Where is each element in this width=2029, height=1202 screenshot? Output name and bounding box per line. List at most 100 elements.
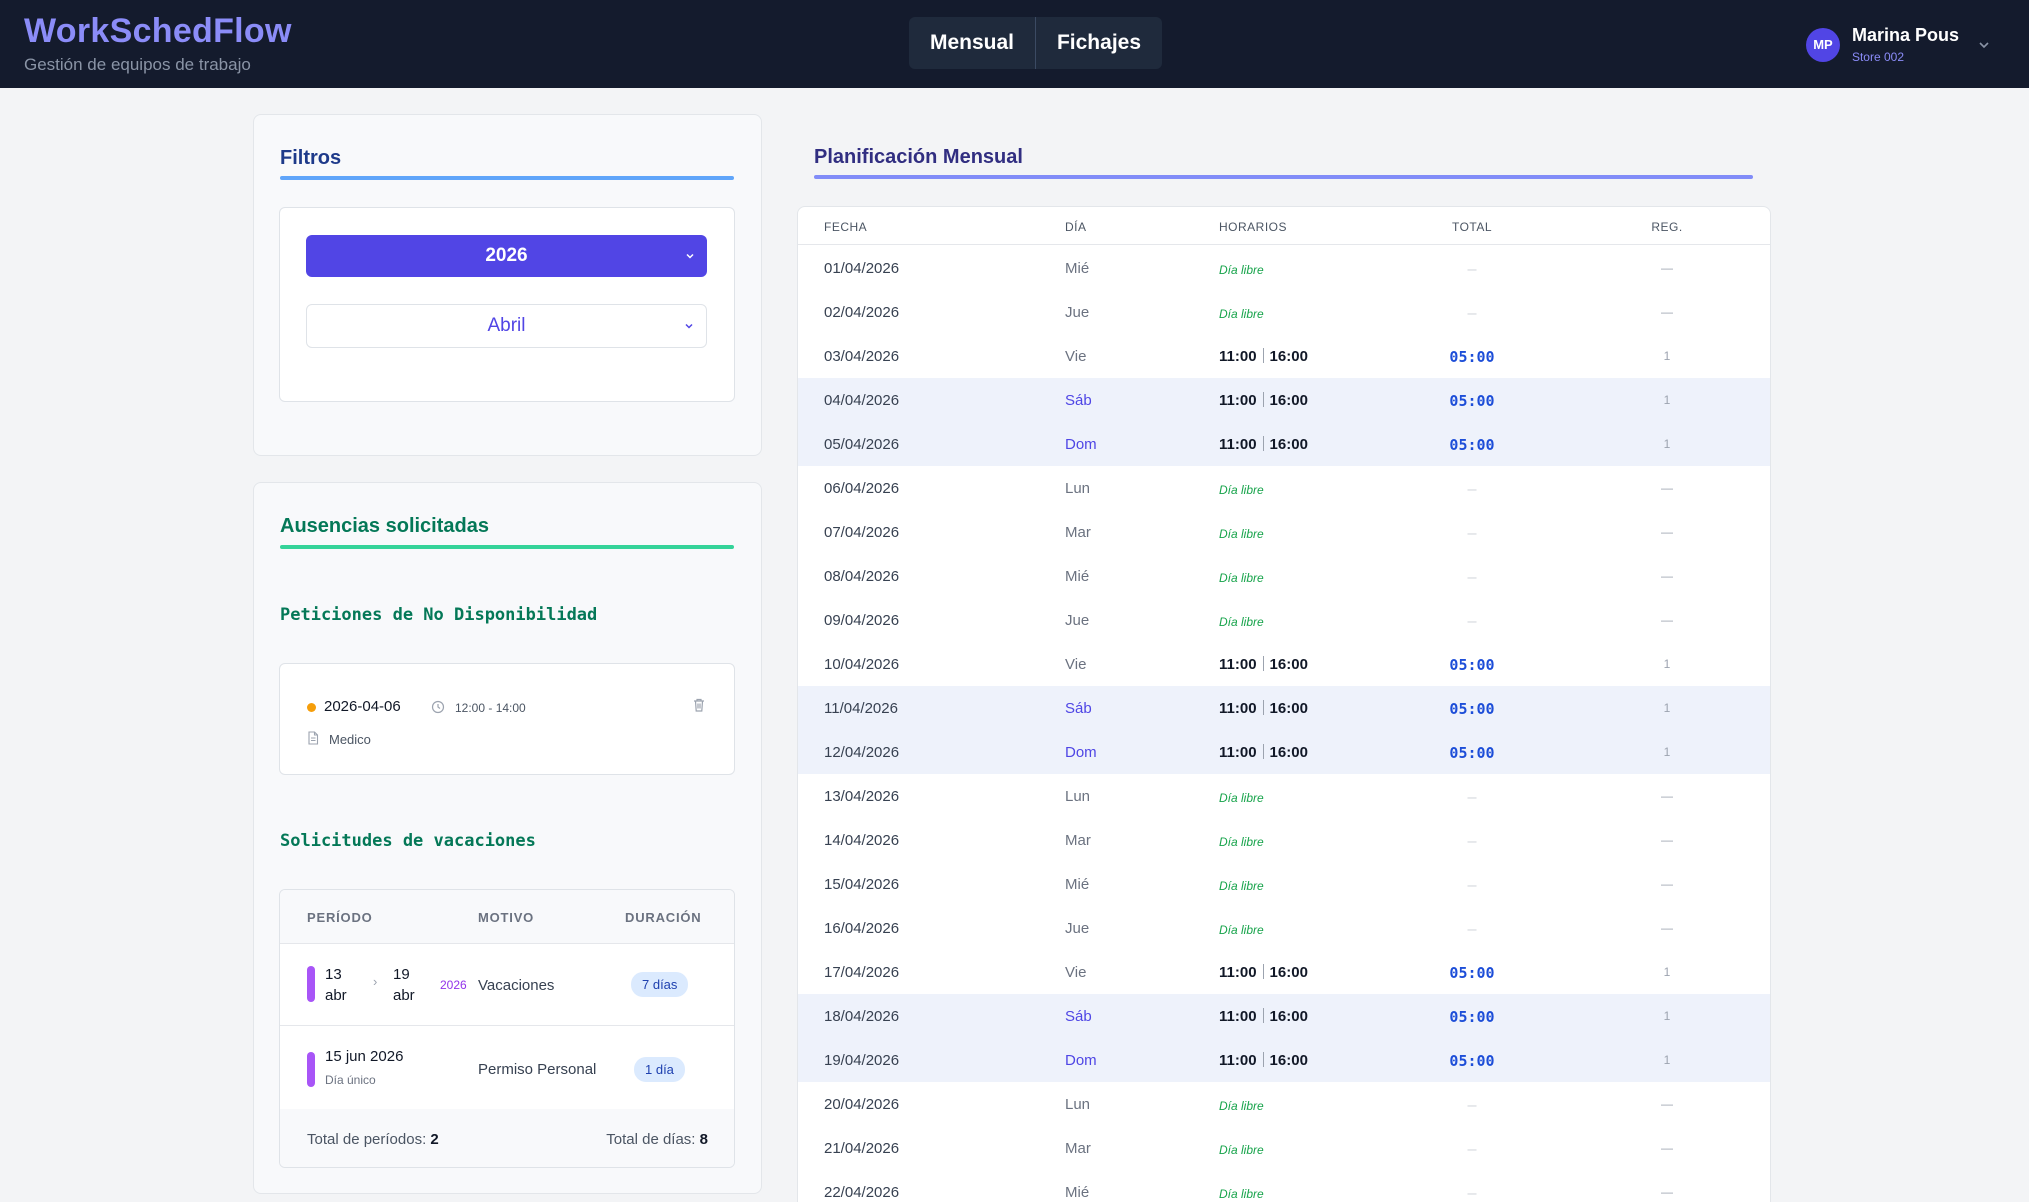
time-separator: [1262, 964, 1264, 979]
row-date: 01/04/2026: [824, 260, 900, 277]
table-row[interactable]: 17/04/2026 Vie 11:00 16:00 05:00 1: [798, 950, 1770, 994]
row-total: —: [1467, 1096, 1477, 1114]
shift-end: 16:00: [1269, 700, 1308, 717]
clock-icon: [431, 700, 445, 714]
row-day: Vie: [1065, 656, 1087, 673]
absences-title: Ausencias solicitadas: [280, 515, 489, 537]
table-row[interactable]: 09/04/2026 Jue Día libre — —: [798, 598, 1770, 642]
tab-fichajes[interactable]: Fichajes: [1035, 17, 1162, 69]
row-total: —: [1467, 788, 1477, 806]
shift-end: 16:00: [1269, 656, 1308, 673]
time-separator: [1262, 656, 1264, 671]
row-day: Mié: [1065, 1184, 1090, 1201]
time-separator: [1262, 1052, 1264, 1067]
monthly-table-header: FECHA DÍA HORARIOS TOTAL REG.: [798, 207, 1770, 245]
time-separator: [1262, 700, 1264, 715]
tab-mensual[interactable]: Mensual: [909, 17, 1035, 69]
row-schedule: 11:00 16:00: [1219, 392, 1308, 409]
row-day: Dom: [1065, 1052, 1097, 1069]
absences-title-underline: [280, 545, 734, 549]
trash-icon[interactable]: [692, 697, 706, 713]
table-row[interactable]: 02/04/2026 Jue Día libre — —: [798, 290, 1770, 334]
shift-start: 11:00: [1219, 1052, 1257, 1069]
table-row[interactable]: 19/04/2026 Dom 11:00 16:00 05:00 1: [798, 1038, 1770, 1082]
unavailability-title: Peticiones de No Disponibilidad: [280, 605, 598, 625]
row-schedule: 11:00 16:00: [1219, 1052, 1308, 1069]
duration-badge: 7 días: [631, 972, 689, 997]
shift-start: 11:00: [1219, 656, 1257, 673]
row-date: 08/04/2026: [824, 568, 900, 585]
row-date: 13/04/2026: [824, 788, 900, 805]
shift-start: 11:00: [1219, 700, 1257, 717]
filters-title: Filtros: [280, 147, 342, 169]
table-row[interactable]: 11/04/2026 Sáb 11:00 16:00 05:00 1: [798, 686, 1770, 730]
table-row[interactable]: 07/04/2026 Mar Día libre — —: [798, 510, 1770, 554]
row-date: 21/04/2026: [824, 1140, 900, 1157]
table-row[interactable]: 08/04/2026 Mié Día libre — —: [798, 554, 1770, 598]
shift-start: 11:00: [1219, 348, 1257, 365]
row-reg: 1: [1663, 701, 1671, 715]
vacations-table-header: PERÍODO MOTIVO DURACIÓN: [280, 890, 734, 944]
column-header-duration: DURACIÓN: [625, 910, 702, 925]
chevron-down-icon[interactable]: [1977, 38, 1991, 52]
row-reg: 1: [1663, 1053, 1671, 1067]
row-reg: —: [1661, 525, 1673, 539]
vacation-reason: Permiso Personal: [478, 1061, 597, 1078]
table-row[interactable]: 04/04/2026 Sáb 11:00 16:00 05:00 1: [798, 378, 1770, 422]
shift-start: 11:00: [1219, 392, 1257, 409]
row-total: —: [1467, 524, 1477, 542]
row-total: 05:00: [1449, 964, 1495, 982]
row-date: 09/04/2026: [824, 612, 900, 629]
shift-start: 11:00: [1219, 964, 1257, 981]
user-menu[interactable]: MP Marina Pous Store 002: [1805, 25, 1991, 64]
row-reg: —: [1661, 877, 1673, 891]
vacations-table: PERÍODO MOTIVO DURACIÓN 13 abr › 19 abr …: [279, 889, 735, 1168]
row-day: Jue: [1065, 612, 1090, 629]
table-row[interactable]: 18/04/2026 Sáb 11:00 16:00 05:00 1: [798, 994, 1770, 1038]
table-row[interactable]: 15 jun 2026 Día único Permiso Personal 1…: [280, 1027, 734, 1111]
row-date: 14/04/2026: [824, 832, 900, 849]
month-select[interactable]: Abril: [306, 304, 707, 348]
row-day: Sáb: [1065, 700, 1092, 717]
time-separator: [1262, 348, 1264, 363]
period-color-bar: [307, 1052, 315, 1087]
row-day: Jue: [1065, 304, 1090, 321]
row-total: 05:00: [1449, 656, 1495, 674]
table-row[interactable]: 12/04/2026 Dom 11:00 16:00 05:00 1: [798, 730, 1770, 774]
app-title[interactable]: WorkSchedFlow: [24, 12, 292, 51]
year-select-value: 2026: [485, 245, 528, 266]
table-row[interactable]: 13/04/2026 Lun Día libre — —: [798, 774, 1770, 818]
row-day: Jue: [1065, 920, 1090, 937]
day-off-label: Día libre: [1219, 527, 1264, 541]
table-row[interactable]: 14/04/2026 Mar Día libre — —: [798, 818, 1770, 862]
table-row[interactable]: 05/04/2026 Dom 11:00 16:00 05:00 1: [798, 422, 1770, 466]
table-row[interactable]: 20/04/2026 Lun Día libre — —: [798, 1082, 1770, 1126]
table-row[interactable]: 13 abr › 19 abr 2026 Vacaciones 7 días: [280, 945, 734, 1026]
table-row[interactable]: 15/04/2026 Mié Día libre — —: [798, 862, 1770, 906]
period-start-month: abr: [325, 987, 347, 1004]
column-header-total: TOTAL: [1451, 220, 1493, 234]
table-row[interactable]: 03/04/2026 Vie 11:00 16:00 05:00 1: [798, 334, 1770, 378]
period-single-note: Día único: [325, 1073, 376, 1087]
shift-end: 16:00: [1269, 744, 1308, 761]
row-total: —: [1467, 876, 1477, 894]
row-day: Dom: [1065, 436, 1097, 453]
year-select[interactable]: 2026: [306, 235, 707, 277]
table-row[interactable]: 01/04/2026 Mié Día libre — —: [798, 246, 1770, 290]
brand: WorkSchedFlow Gestión de equipos de trab…: [24, 12, 292, 75]
table-row[interactable]: 16/04/2026 Jue Día libre — —: [798, 906, 1770, 950]
table-row[interactable]: 21/04/2026 Mar Día libre — —: [798, 1126, 1770, 1170]
table-row[interactable]: 06/04/2026 Lun Día libre — —: [798, 466, 1770, 510]
row-date: 06/04/2026: [824, 480, 900, 497]
vacations-table-footer: Total de períodos: 2 Total de días: 8: [280, 1109, 734, 1167]
shift-end: 16:00: [1269, 1052, 1308, 1069]
row-date: 20/04/2026: [824, 1096, 900, 1113]
user-name: Marina Pous: [1851, 25, 1959, 45]
column-header-reg: REG.: [1651, 220, 1683, 234]
table-row[interactable]: 22/04/2026 Mié Día libre — —: [798, 1170, 1770, 1202]
shift-end: 16:00: [1269, 348, 1308, 365]
avatar: MP: [1805, 27, 1840, 62]
table-row[interactable]: 10/04/2026 Vie 11:00 16:00 05:00 1: [798, 642, 1770, 686]
row-total: 05:00: [1449, 348, 1495, 366]
row-total: —: [1467, 480, 1477, 498]
